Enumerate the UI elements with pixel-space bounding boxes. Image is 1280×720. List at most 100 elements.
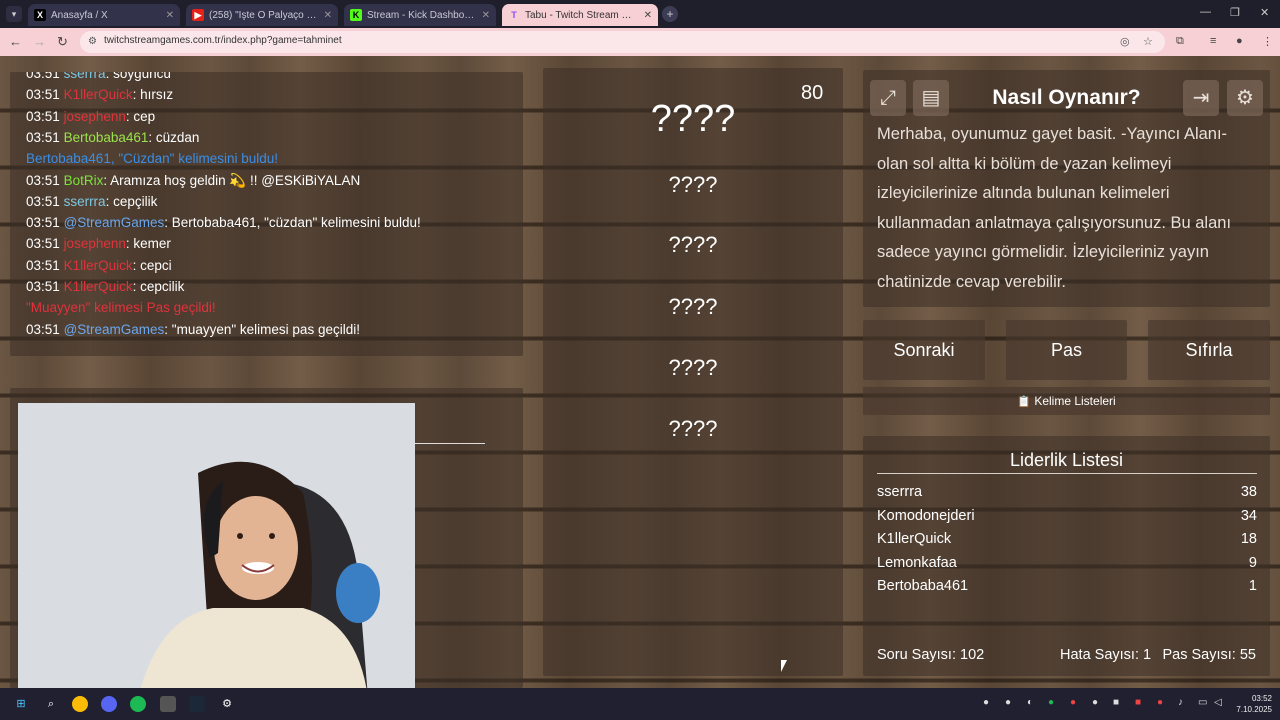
leaderboard-row: K1llerQuick 18: [877, 531, 1257, 547]
chat-message: 03:51 @StreamGames: Bertobaba461, "cüzda…: [26, 215, 421, 230]
leaderboard-row: Bertobaba461 1: [877, 578, 1257, 594]
chat-panel: 03:51 sserrra: soygüncü 03:51 K1llerQuick…: [10, 72, 523, 356]
chat-message: "Muayyen" kelimesi Pas geçildi!: [26, 300, 216, 315]
tray-app-icon[interactable]: ■: [1113, 697, 1119, 708]
chat-text: : cep: [125, 108, 156, 124]
tray-app-icon[interactable]: ■: [1135, 697, 1141, 708]
url-field[interactable]: ⚙ twitchstreamgames.com.tr/index.php?gam…: [80, 31, 1165, 53]
close-window-icon[interactable]: ✕: [1260, 6, 1269, 19]
volume-icon[interactable]: ◁: [1214, 697, 1222, 708]
chat-username[interactable]: Bertobaba461, "Cüzdan" kelimesini buldu!: [26, 151, 278, 166]
tab-kick[interactable]: K Stream - Kick Dashboard ✕: [344, 4, 496, 26]
how-to-play-panel: ⤢ ▤ Nasıl Oynanır? ⇥ ⚙ Merhaba, oyunumuz…: [863, 70, 1270, 307]
reload-icon[interactable]: ↻: [57, 34, 68, 50]
settings-gear-icon[interactable]: ⚙: [1227, 80, 1263, 116]
tab-label: Tabu - Twitch Stream Games: [525, 9, 639, 21]
clock-time: 03:52: [1251, 694, 1272, 703]
microphone-icon[interactable]: ♪: [1178, 697, 1183, 708]
chat-username[interactable]: sserrra: [64, 194, 106, 209]
tab-label: (258) "İşte O Palyaço Benim" K...: [209, 9, 319, 21]
close-tab-icon[interactable]: ✕: [324, 10, 332, 21]
leaderboard-points: 18: [1240, 531, 1257, 548]
chat-username[interactable]: K1llerQuick: [64, 258, 133, 273]
network-icon[interactable]: ▭: [1198, 697, 1207, 708]
chat-text: : Bertobaba461, "cüzdan" kelimesini buld…: [164, 215, 421, 231]
tab-tabu[interactable]: T Tabu - Twitch Stream Games ✕: [502, 4, 658, 26]
minimize-icon[interactable]: —: [1200, 6, 1211, 18]
address-bar-row: ← → ↻ ⚙ twitchstreamgames.com.tr/index.p…: [0, 28, 1280, 56]
chat-username[interactable]: BotRix: [64, 173, 104, 188]
steam-icon[interactable]: [189, 696, 205, 712]
discord-icon[interactable]: [101, 696, 117, 712]
next-button[interactable]: Sonraki: [863, 320, 985, 380]
taboo-word-1: ????: [668, 172, 718, 197]
clock[interactable]: 03:52 7.10.2025: [1230, 693, 1272, 715]
maximize-icon[interactable]: ❐: [1230, 6, 1240, 19]
site-info-icon[interactable]: ⚙: [88, 36, 97, 47]
tray-app-icon[interactable]: ●: [1070, 697, 1076, 708]
chat-username[interactable]: K1llerQuick: [64, 279, 133, 294]
url-text[interactable]: twitchstreamgames.com.tr/index.php?game=…: [104, 35, 342, 46]
tray-spotify-icon[interactable]: ●: [1048, 697, 1054, 708]
eye-off-icon[interactable]: ◎: [1120, 35, 1130, 48]
logout-icon[interactable]: ⇥: [1183, 80, 1219, 116]
close-tab-icon[interactable]: ✕: [166, 10, 174, 21]
mouse-cursor: [781, 660, 787, 672]
chat-timestamp: 03:51: [26, 108, 60, 124]
spotify-icon[interactable]: [130, 696, 146, 712]
reset-button[interactable]: Sıfırla: [1148, 320, 1270, 380]
tray-app-icon[interactable]: ●: [1005, 697, 1011, 708]
chat-username[interactable]: sserrra: [64, 72, 106, 81]
chat-timestamp: 03:51: [26, 257, 60, 273]
forward-icon[interactable]: →: [33, 34, 46, 49]
tab-youtube[interactable]: ▶ (258) "İşte O Palyaço Benim" K... ✕: [186, 4, 338, 26]
menu-icon[interactable]: ⋮: [1262, 35, 1273, 48]
tab-x[interactable]: X Anasayfa / X ✕: [28, 4, 180, 26]
app-icon[interactable]: [160, 696, 176, 712]
windows-start-icon[interactable]: ⊞: [13, 696, 29, 712]
profile-avatar[interactable]: ●: [1236, 35, 1243, 47]
search-icon[interactable]: ⌕: [43, 696, 59, 712]
chat-message: 03:51 sserrra: soygüncü: [26, 72, 171, 81]
chat-timestamp: 03:51: [26, 87, 60, 103]
tray-discord-icon[interactable]: ●: [983, 697, 989, 708]
tab-search-icon[interactable]: ▾: [6, 6, 22, 22]
leaderboard-points: 34: [1240, 507, 1257, 524]
tab-label: Stream - Kick Dashboard: [367, 9, 477, 21]
new-tab-button[interactable]: +: [662, 6, 678, 22]
close-tab-icon[interactable]: ✕: [644, 10, 652, 21]
chat-message: 03:51 K1llerQuick: cepcilik: [26, 279, 184, 294]
chat-username[interactable]: josephenn: [64, 236, 126, 251]
leaderboard-title: Liderlik Listesi: [1009, 450, 1124, 470]
tray-steam-icon[interactable]: ●: [1092, 697, 1098, 708]
chat-username[interactable]: @StreamGames: [64, 215, 165, 230]
media-icon[interactable]: ≡: [1210, 35, 1216, 47]
extensions-icon[interactable]: ⧉: [1176, 35, 1184, 48]
leaderboard-name: Lemonkafaa: [877, 554, 957, 571]
chat-username[interactable]: K1llerQuick: [64, 87, 133, 102]
chat-message: 03:51 BotRix: Aramıza hoş geldin 💫 !! @E…: [26, 173, 360, 189]
chat-timestamp: 03:51: [26, 129, 60, 145]
divider: [877, 473, 1257, 474]
kick-icon: K: [350, 9, 362, 21]
chat-username[interactable]: josephenn: [64, 109, 126, 124]
chat-text: : hırsız: [132, 87, 174, 103]
chat-username[interactable]: "Muayyen" kelimesi Pas geçildi!: [26, 300, 216, 315]
bookmark-star-icon[interactable]: ☆: [1143, 35, 1153, 48]
chat-timestamp: 03:51: [26, 236, 60, 252]
close-tab-icon[interactable]: ✕: [482, 10, 490, 21]
chat-message: 03:51 Bertobaba461: cüzdan: [26, 130, 199, 145]
back-icon[interactable]: ←: [9, 34, 22, 49]
leaderboard-row: Komodonejderi 34: [877, 508, 1257, 524]
word-lists-button[interactable]: 📋 Kelime Listeleri: [863, 387, 1270, 415]
tray-app-icon[interactable]: ●: [1157, 697, 1163, 708]
chrome-icon[interactable]: [72, 696, 88, 712]
chat-username[interactable]: @StreamGames: [64, 322, 165, 337]
chat-username[interactable]: Bertobaba461: [64, 130, 149, 145]
pass-button[interactable]: Pas: [1006, 320, 1127, 380]
tray-app-icon[interactable]: ◐: [1027, 697, 1033, 708]
leaderboard-name: K1llerQuick: [877, 531, 952, 548]
chat-timestamp: 03:51: [26, 279, 60, 294]
twitch-icon: T: [511, 10, 517, 20]
settings-icon[interactable]: ⚙: [219, 696, 235, 712]
